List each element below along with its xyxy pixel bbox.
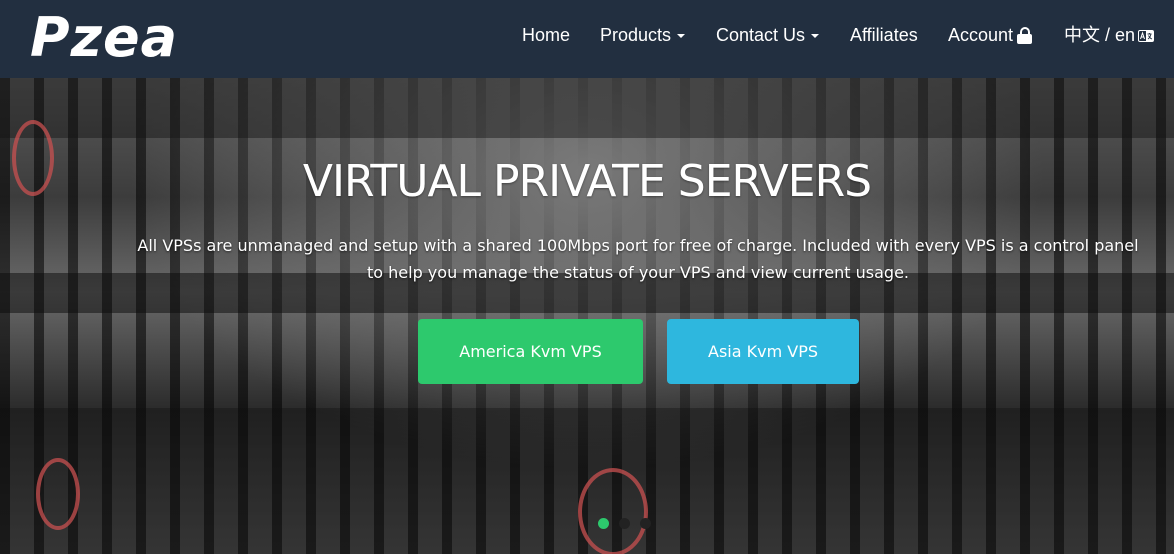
hero-banner: VIRTUAL PRIVATE SERVERS All VPSs are unm… xyxy=(0,78,1174,554)
nav-account-label: Account xyxy=(948,25,1014,45)
nav-language-label: 中文 / en xyxy=(1064,25,1136,45)
nav-affiliates-label: Affiliates xyxy=(850,25,918,45)
hero-title: VIRTUAL PRIVATE SERVERS xyxy=(302,156,872,207)
lock-icon xyxy=(1017,27,1033,44)
server-rack-background xyxy=(0,78,1174,138)
language-icon xyxy=(1138,30,1155,42)
navbar: Pzea Home Products Contact Us Affiliates… xyxy=(0,0,1174,78)
carousel-dot[interactable] xyxy=(619,518,630,529)
server-led-decor xyxy=(578,468,648,554)
brand-logo[interactable]: Pzea xyxy=(30,6,178,70)
nav-account[interactable]: Account xyxy=(948,23,1033,47)
caret-down-icon xyxy=(677,34,686,39)
hero-description-line: All VPSs are unmanaged and setup with a … xyxy=(137,236,1139,255)
nav-contact[interactable]: Contact Us xyxy=(716,23,820,47)
asia-kvm-vps-button[interactable]: Asia Kvm VPS xyxy=(667,319,859,384)
hero-description: All VPSs are unmanaged and setup with a … xyxy=(128,232,1148,286)
nav-contact-label: Contact Us xyxy=(716,25,806,45)
nav-language[interactable]: 中文 / en xyxy=(1064,23,1155,47)
caret-down-icon xyxy=(811,34,820,39)
carousel-dot-active[interactable] xyxy=(598,518,609,529)
nav-home-label: Home xyxy=(522,25,571,45)
hero-description-line: to help you manage the status of your VP… xyxy=(366,263,909,282)
nav-products[interactable]: Products xyxy=(600,23,686,47)
nav-affiliates[interactable]: Affiliates xyxy=(850,23,918,47)
nav-home[interactable]: Home xyxy=(522,23,570,47)
nav-products-label: Products xyxy=(600,25,672,45)
carousel-dot[interactable] xyxy=(640,518,651,529)
server-led-decor xyxy=(36,458,80,530)
america-kvm-vps-button[interactable]: America Kvm VPS xyxy=(418,319,643,384)
